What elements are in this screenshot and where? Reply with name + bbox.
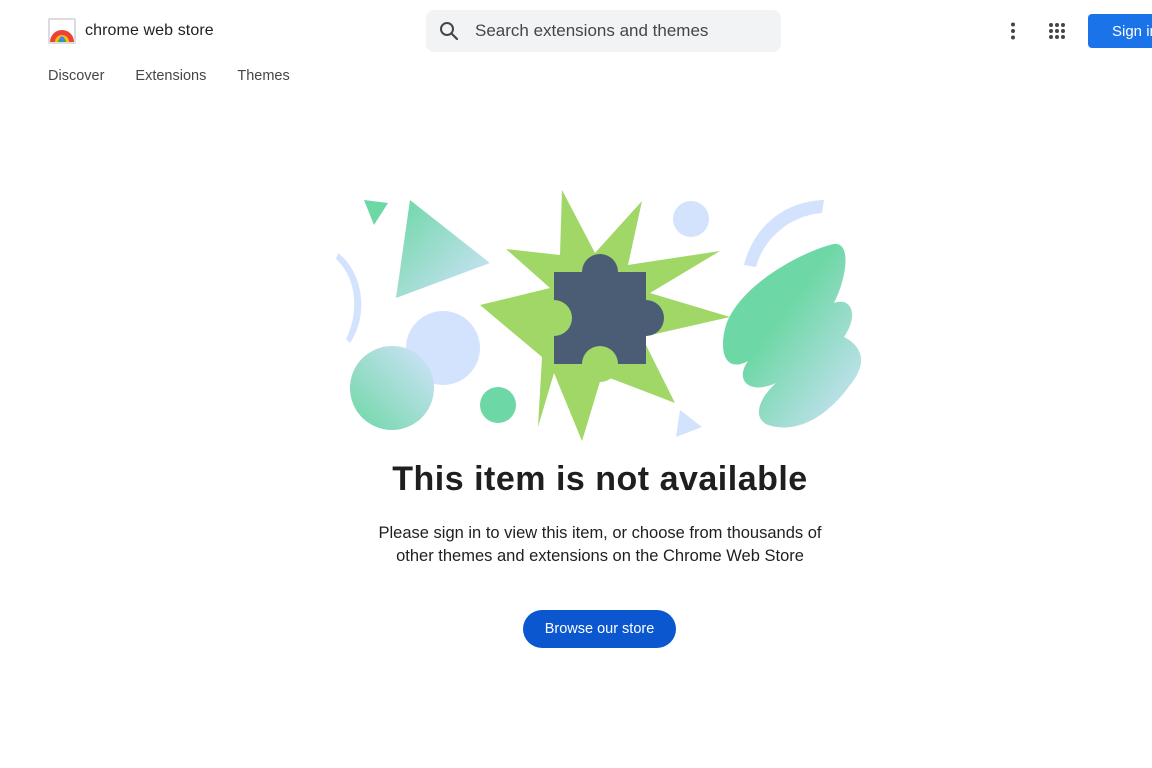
top-nav: Discover Extensions Themes (48, 68, 290, 84)
gradient-circle-shape (350, 346, 434, 430)
green-squiggle-shape (722, 243, 862, 428)
page: chrome web store Sign in Disc (0, 0, 1152, 768)
nav-item-themes[interactable]: Themes (237, 68, 289, 84)
search-icon (440, 22, 459, 41)
puzzle-piece-icon (536, 254, 664, 382)
message-body: Please sign in to view this item, or cho… (378, 524, 822, 565)
sign-in-button[interactable]: Sign in (1088, 14, 1152, 48)
nav-item-extensions[interactable]: Extensions (135, 68, 206, 84)
left-arc-shape (336, 253, 362, 343)
item-unavailable-illustration (336, 190, 862, 441)
blue-dot-shape (673, 201, 709, 237)
more-vert-icon (1011, 22, 1015, 40)
search-bar[interactable] (426, 10, 781, 52)
search-input[interactable] (475, 21, 765, 41)
store-logo[interactable]: chrome web store (48, 18, 214, 44)
apps-grid-icon (1049, 23, 1065, 39)
more-options-button[interactable] (1000, 18, 1026, 44)
big-triangle-shape (396, 200, 490, 298)
small-triangle-shape (364, 200, 388, 225)
chrome-web-store-logo-icon (48, 18, 76, 44)
browse-store-button[interactable]: Browse our store (523, 610, 676, 648)
green-dot-shape (480, 387, 516, 423)
store-name: chrome web store (85, 22, 214, 39)
google-apps-button[interactable] (1044, 18, 1070, 44)
page-title: This item is not available (392, 460, 808, 498)
small-blue-triangle-shape (676, 410, 702, 437)
nav-item-discover[interactable]: Discover (48, 68, 104, 84)
